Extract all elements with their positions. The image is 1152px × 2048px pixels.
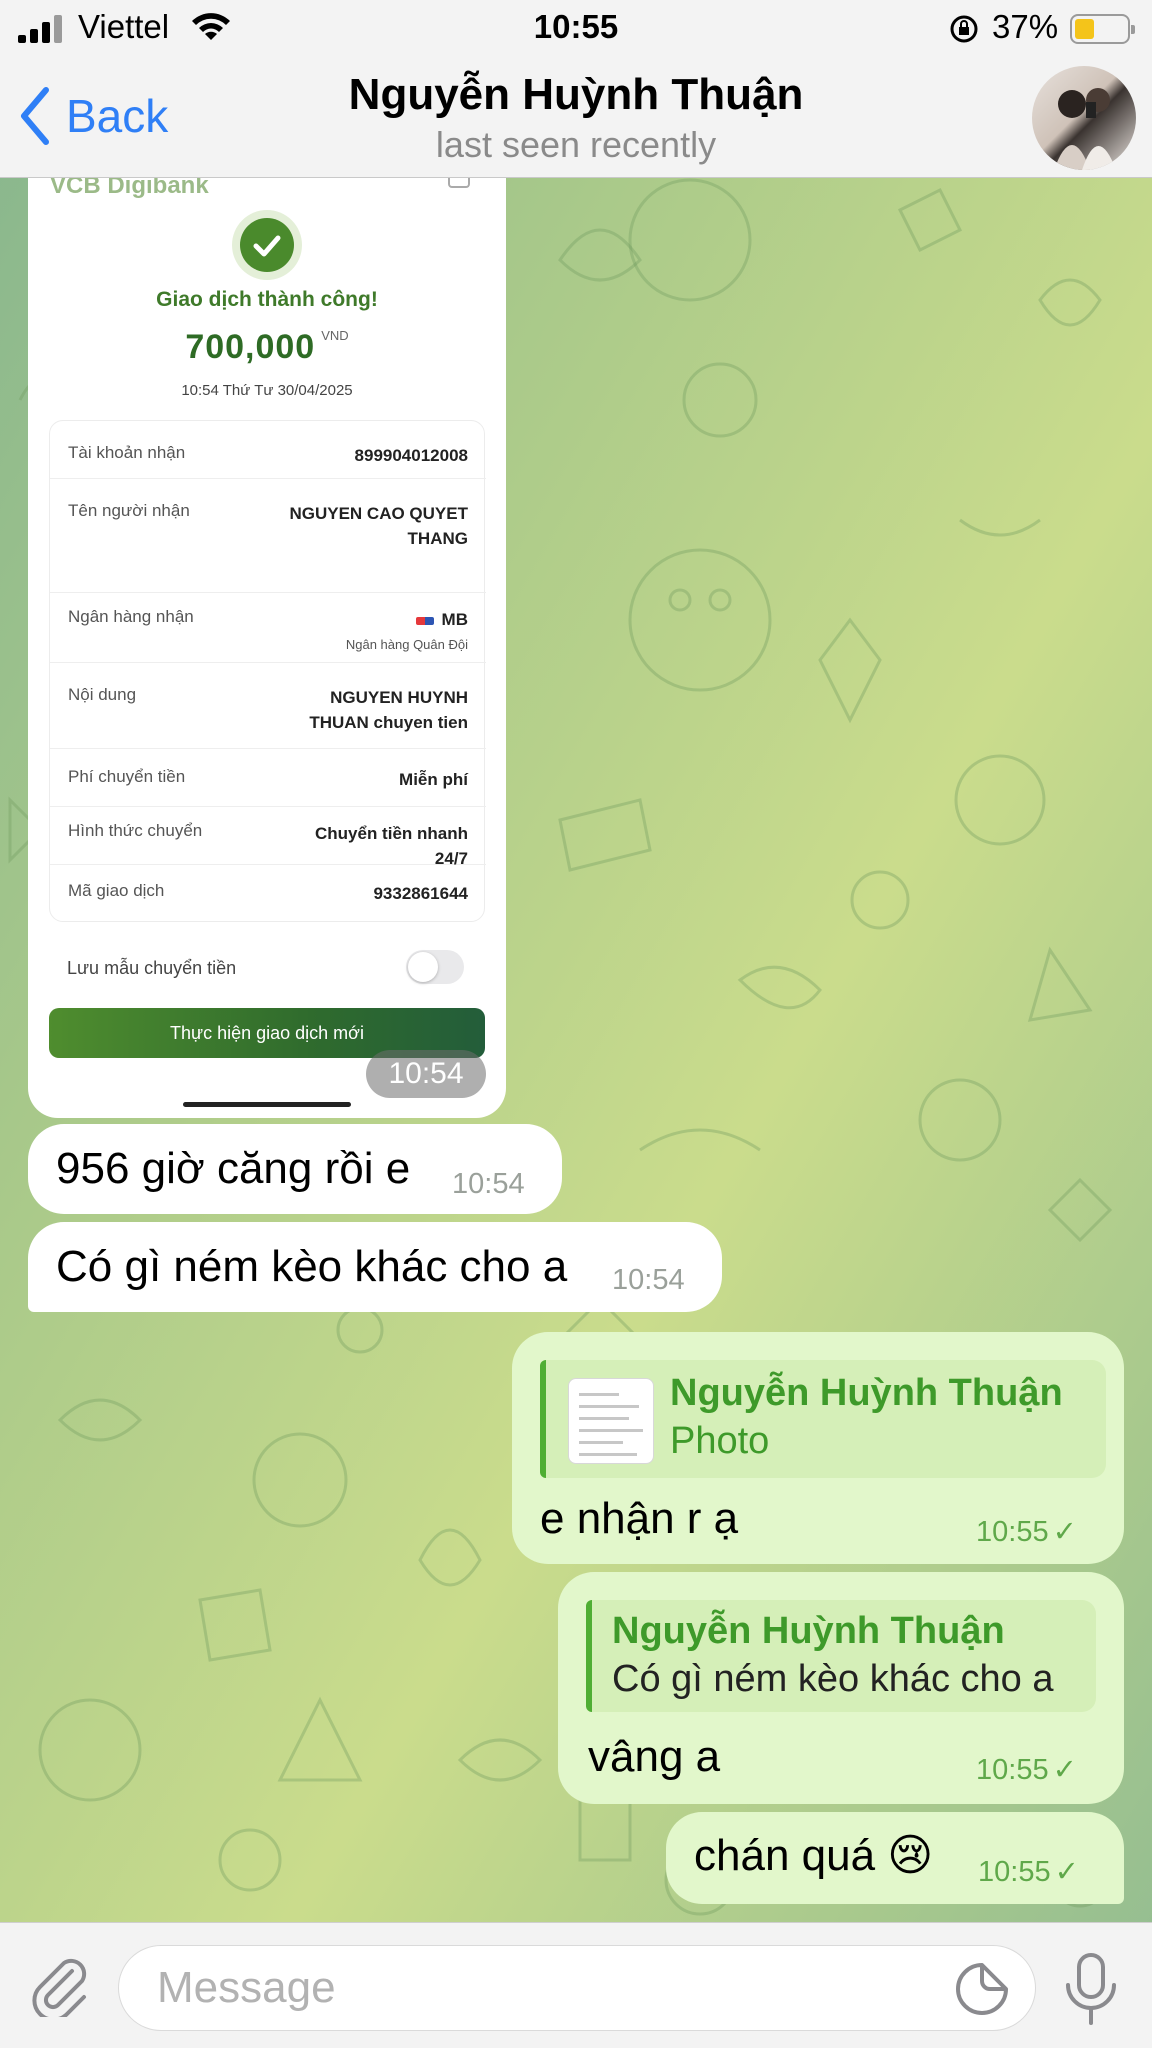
receipt-photo[interactable]: VCB Digibank Giao dịch thành công! 700,0… [28, 178, 506, 1118]
avatar-photo [1054, 88, 1116, 170]
battery-percent: 37% [992, 8, 1059, 45]
sent-check-icon: ✓ [1052, 1516, 1077, 1548]
message-time: 10:55 [976, 1516, 1049, 1548]
detail-row-content: Nội dung NGUYEN HUYNH THUAN chuyen tien [50, 663, 486, 749]
success-check-icon [240, 218, 294, 272]
detail-label: Phí chuyển tiền [68, 767, 186, 786]
transaction-datetime: 10:54 Thứ Tư 30/04/2025 [181, 382, 353, 399]
transaction-currency: VND [321, 328, 349, 343]
transaction-amount-row: 700,000 VND [28, 328, 506, 367]
detail-label: Ngân hàng nhận [68, 607, 194, 626]
status-bar: Viettel 10:55 37% [0, 0, 1152, 58]
transaction-success-text: Giao dịch thành công! [156, 288, 378, 311]
contact-status: last seen recently [435, 124, 717, 165]
mb-bank-logo [415, 616, 434, 625]
detail-row-bank: Ngân hàng nhận MB Ngân hàng Quân Đội [50, 593, 486, 663]
detail-value: NGUYEN CAO QUYET THANG [289, 504, 468, 548]
message-text: chán quá 😢 [694, 1831, 934, 1880]
contact-name[interactable]: Nguyễn Huỳnh Thuận [0, 70, 1152, 120]
detail-label: Nội dung [68, 685, 137, 704]
message-input-bar [0, 1922, 1152, 2048]
transaction-amount: 700,000 [185, 328, 316, 366]
message-input[interactable] [118, 1945, 1036, 2031]
message-time: 10:55 [976, 1754, 1049, 1786]
detail-row-fee: Phí chuyển tiền Miễn phí [50, 749, 486, 807]
rotation-lock-icon [950, 15, 978, 43]
detail-row-recipient: Tên người nhận NGUYEN CAO QUYET THANG [50, 479, 486, 593]
outgoing-message[interactable]: chán quá 😢 10:55 ✓ [666, 1812, 1124, 1904]
message-time: 10:54 [452, 1168, 525, 1200]
message-time: 10:55 [978, 1856, 1051, 1888]
message-text: 956 giờ căng rồi e [56, 1144, 411, 1193]
detail-value: Miễn phí [399, 770, 468, 789]
sticker-icon[interactable] [954, 1961, 1010, 2017]
message-time-status: 10:55 ✓ [976, 1514, 1077, 1549]
photo-timestamp: 10:54 [366, 1050, 486, 1098]
share-icon [448, 178, 470, 188]
detail-row-method: Hình thức chuyển Chuyển tiền nhanh 24/7 [50, 807, 486, 868]
detail-value: 9332861644 [373, 884, 468, 903]
reply-author: Nguyễn Huỳnh Thuận [670, 1372, 1063, 1414]
reply-preview[interactable]: Nguyễn Huỳnh Thuận Photo [540, 1360, 1106, 1478]
detail-value: 899904012008 [354, 446, 468, 465]
outgoing-message[interactable]: Nguyễn Huỳnh Thuận Photo e nhận r ạ 10:5… [512, 1332, 1124, 1564]
transaction-details-card: Tài khoản nhận 899904012008 Tên người nh… [49, 420, 486, 923]
incoming-message[interactable]: Có gì ném kèo khác cho a 10:54 [28, 1222, 722, 1312]
battery-icon [1070, 14, 1135, 44]
reply-snippet: Photo [670, 1420, 770, 1462]
detail-label: Hình thức chuyển [68, 821, 203, 840]
detail-label: Tài khoản nhận [68, 443, 186, 462]
avatar[interactable] [1032, 66, 1136, 170]
outgoing-message[interactable]: Nguyễn Huỳnh Thuận Có gì ném kèo khác ch… [558, 1572, 1124, 1804]
detail-value: MB [441, 610, 468, 629]
save-template-label: Lưu mẫu chuyển tiền [67, 958, 237, 978]
home-indicator [183, 1102, 351, 1107]
sent-check-icon: ✓ [1052, 1754, 1077, 1786]
chat-header: Back Nguyễn Huỳnh Thuận last seen recent… [0, 58, 1152, 178]
reply-photo-thumbnail [568, 1378, 654, 1464]
detail-value: NGUYEN HUYNH THUAN chuyen tien [309, 688, 468, 732]
detail-row-transaction-id: Mã giao dịch 9332861644 [50, 865, 486, 923]
message-text: vâng a [588, 1732, 721, 1781]
detail-row-account: Tài khoản nhận 899904012008 [50, 421, 486, 479]
message-time-status: 10:55 ✓ [978, 1854, 1079, 1889]
paperclip-icon[interactable] [28, 1953, 92, 2017]
message-time-status: 10:55 ✓ [976, 1752, 1077, 1787]
reply-author: Nguyễn Huỳnh Thuận [612, 1610, 1005, 1652]
detail-label: Mã giao dịch [68, 881, 165, 900]
bank-logo: VCB Digibank [50, 178, 209, 199]
reply-preview[interactable]: Nguyễn Huỳnh Thuận Có gì ném kèo khác ch… [586, 1600, 1096, 1712]
reply-snippet: Có gì ném kèo khác cho a [612, 1658, 1054, 1700]
incoming-message[interactable]: 956 giờ căng rồi e 10:54 [28, 1124, 562, 1214]
detail-value: Chuyển tiền nhanh 24/7 [315, 824, 468, 868]
message-text: Có gì ném kèo khác cho a [56, 1242, 568, 1291]
message-time: 10:54 [612, 1264, 685, 1296]
save-template-toggle[interactable] [406, 950, 464, 984]
detail-value-sub: Ngân hàng Quân Đội [345, 637, 468, 652]
message-text: e nhận r ạ [540, 1494, 739, 1543]
detail-label: Tên người nhận [68, 501, 190, 520]
sent-check-icon: ✓ [1054, 1856, 1079, 1888]
battery-fill [1075, 19, 1094, 39]
microphone-icon[interactable] [1060, 1951, 1122, 2027]
